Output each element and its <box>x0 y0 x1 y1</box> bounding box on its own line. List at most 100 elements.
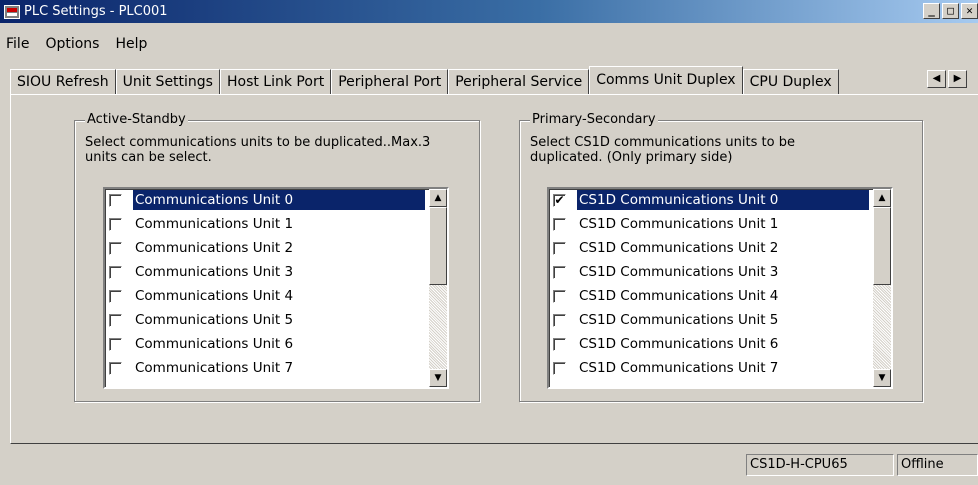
window-controls: _ □ ✕ <box>921 3 978 19</box>
menu-options[interactable]: Options <box>37 34 107 54</box>
list-item[interactable]: CS1D Communications Unit 2 <box>549 237 871 261</box>
status-bar: CS1D-H-CPU65 Offline <box>0 450 978 485</box>
list-item-label: CS1D Communications Unit 3 <box>579 264 779 280</box>
menu-help[interactable]: Help <box>107 34 155 54</box>
list-item[interactable]: Communications Unit 0 <box>105 189 427 213</box>
arrow-up-icon: ▲ <box>878 193 886 203</box>
close-icon: ✕ <box>966 4 973 17</box>
checkbox[interactable] <box>109 314 122 327</box>
list-item-label: CS1D Communications Unit 7 <box>579 360 779 376</box>
checkbox[interactable] <box>109 266 122 279</box>
list-item[interactable]: CS1D Communications Unit 6 <box>549 333 871 357</box>
active-standby-desc-line1: Select communications units to be duplic… <box>85 135 431 150</box>
list-item[interactable]: Communications Unit 1 <box>105 213 427 237</box>
arrow-up-icon: ▲ <box>434 193 442 203</box>
list-item[interactable]: CS1D Communications Unit 3 <box>549 261 871 285</box>
active-standby-desc-line2: units can be select. <box>85 150 212 165</box>
tab-strip: SIOU Refresh Unit Settings Host Link Por… <box>10 66 839 94</box>
checkbox[interactable]: ✔ <box>553 194 566 207</box>
list-item[interactable]: Communications Unit 2 <box>105 237 427 261</box>
tab-scroll-right-button[interactable]: ▶ <box>948 70 967 88</box>
checkbox[interactable] <box>109 218 122 231</box>
list-item[interactable]: Communications Unit 7 <box>105 357 427 381</box>
primary-secondary-listbox[interactable]: ✔ CS1D Communications Unit 0 CS1D Communic… <box>547 187 893 389</box>
checkbox[interactable] <box>553 218 566 231</box>
scroll-up-button[interactable]: ▲ <box>873 189 891 207</box>
primary-secondary-desc-line2: duplicated. (Only primary side) <box>530 150 733 165</box>
list-item[interactable]: CS1D Communications Unit 1 <box>549 213 871 237</box>
list-item-label: CS1D Communications Unit 5 <box>579 312 779 328</box>
list-item-label: CS1D Communications Unit 2 <box>579 240 779 256</box>
list-item-label: Communications Unit 1 <box>135 216 294 232</box>
list-item-label: CS1D Communications Unit 4 <box>579 288 779 304</box>
active-standby-listbox[interactable]: Communications Unit 0 Communications Unit… <box>103 187 449 389</box>
checkbox[interactable] <box>109 338 122 351</box>
checkbox[interactable] <box>109 290 122 303</box>
arrow-right-icon: ▶ <box>953 73 962 84</box>
tab-scroll-left-button[interactable]: ◀ <box>927 70 946 88</box>
checkbox[interactable] <box>553 266 566 279</box>
checkbox[interactable] <box>553 314 566 327</box>
maximize-icon: □ <box>947 4 954 17</box>
minimize-button[interactable]: _ <box>923 3 940 19</box>
scroll-down-button[interactable]: ▼ <box>873 369 891 387</box>
checkbox[interactable] <box>109 194 122 207</box>
list-item[interactable]: Communications Unit 6 <box>105 333 427 357</box>
active-standby-list-items: Communications Unit 0 Communications Unit… <box>105 189 427 381</box>
list-item-label: Communications Unit 5 <box>135 312 294 328</box>
list-item[interactable]: Communications Unit 3 <box>105 261 427 285</box>
tab-peripheral-service[interactable]: Peripheral Service <box>448 69 590 94</box>
scroll-down-button[interactable]: ▼ <box>429 369 447 387</box>
primary-secondary-desc-line1: Select CS1D communications units to be <box>530 135 795 150</box>
list-item-label: CS1D Communications Unit 1 <box>579 216 779 232</box>
list-item-label: Communications Unit 0 <box>133 190 425 210</box>
primary-secondary-list-items: ✔ CS1D Communications Unit 0 CS1D Communic… <box>549 189 871 381</box>
status-connection: Offline <box>897 454 978 476</box>
list-item[interactable]: Communications Unit 5 <box>105 309 427 333</box>
list-item-label: Communications Unit 4 <box>135 288 294 304</box>
list-item-label: Communications Unit 3 <box>135 264 294 280</box>
active-standby-legend: Active-Standby <box>85 112 188 127</box>
checkbox[interactable] <box>553 362 566 375</box>
menu-bar: File Options Help <box>0 34 155 54</box>
primary-secondary-description: Select CS1D communications units to be d… <box>530 135 930 165</box>
minimize-icon: _ <box>928 4 935 17</box>
arrow-down-icon: ▼ <box>878 373 886 383</box>
checkbox[interactable] <box>553 338 566 351</box>
close-button[interactable]: ✕ <box>961 3 978 19</box>
primary-secondary-legend: Primary-Secondary <box>530 112 658 127</box>
plc-app-icon[interactable] <box>4 4 20 19</box>
scroll-up-button[interactable]: ▲ <box>429 189 447 207</box>
list-item[interactable]: CS1D Communications Unit 4 <box>549 285 871 309</box>
list-item-label: Communications Unit 7 <box>135 360 294 376</box>
checkbox[interactable] <box>553 290 566 303</box>
tab-unit-settings[interactable]: Unit Settings <box>115 69 220 94</box>
list-item[interactable]: CS1D Communications Unit 5 <box>549 309 871 333</box>
active-standby-description: Select communications units to be duplic… <box>85 135 485 165</box>
checkbox[interactable] <box>109 362 122 375</box>
tab-siou-refresh[interactable]: SIOU Refresh <box>10 69 116 94</box>
status-cpu-model: CS1D-H-CPU65 <box>746 454 894 476</box>
tab-comms-unit-duplex[interactable]: Comms Unit Duplex <box>589 66 743 94</box>
tab-peripheral-port[interactable]: Peripheral Port <box>331 69 449 94</box>
active-standby-scrollbar[interactable]: ▲ ▼ <box>429 189 447 387</box>
checkbox[interactable] <box>553 242 566 255</box>
title-bar[interactable]: PLC Settings - PLC001 _ □ ✕ <box>0 0 978 23</box>
active-standby-group: Active-Standby Select communications uni… <box>74 112 480 402</box>
tab-cpu-duplex[interactable]: CPU Duplex <box>742 69 839 94</box>
checkmark-icon: ✔ <box>554 193 565 207</box>
primary-secondary-group: Primary-Secondary Select CS1D communicat… <box>519 112 923 402</box>
tab-host-link-port[interactable]: Host Link Port <box>219 69 332 94</box>
list-item-label: Communications Unit 2 <box>135 240 294 256</box>
list-item[interactable]: CS1D Communications Unit 7 <box>549 357 871 381</box>
list-item-label: Communications Unit 6 <box>135 336 294 352</box>
menu-file[interactable]: File <box>0 34 37 54</box>
window-title: PLC Settings - PLC001 <box>24 4 168 19</box>
checkbox[interactable] <box>109 242 122 255</box>
list-item[interactable]: ✔ CS1D Communications Unit 0 <box>549 189 871 213</box>
primary-secondary-scrollbar[interactable]: ▲ ▼ <box>873 189 891 387</box>
scroll-thumb[interactable] <box>429 207 447 285</box>
list-item[interactable]: Communications Unit 4 <box>105 285 427 309</box>
scroll-thumb[interactable] <box>873 207 891 285</box>
maximize-button[interactable]: □ <box>942 3 959 19</box>
